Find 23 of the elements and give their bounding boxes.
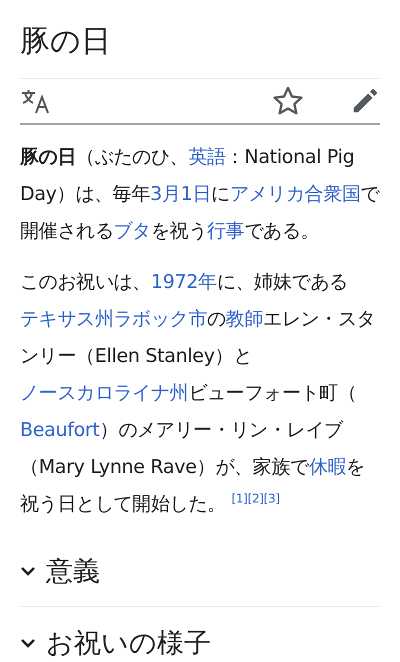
text-link[interactable]: 教師 <box>226 308 264 330</box>
page-title: 豚の日 <box>20 0 380 79</box>
text-link[interactable]: ブタ <box>114 220 151 242</box>
chevron-icon <box>20 637 36 649</box>
section-heading[interactable]: 意義 <box>20 535 380 607</box>
reference-link[interactable]: [1] <box>231 492 248 506</box>
text-link[interactable]: 3月1日 <box>150 183 212 205</box>
text-link[interactable]: 行事 <box>207 220 244 242</box>
chevron-icon <box>20 564 36 576</box>
text-link[interactable]: 1972年 <box>150 271 217 293</box>
text-link[interactable]: ラボック市 <box>114 308 208 330</box>
reference-link[interactable]: [3] <box>264 492 280 506</box>
reference-link[interactable]: [2] <box>248 492 264 506</box>
text-link[interactable]: テキサス州 <box>20 308 114 330</box>
paragraph: 豚の日（ぶたのひ、英語：National Pig Day）は、毎年3月1日 にアメリカ合衆国で開催されるブタ を祝う 行事である。 <box>20 145 380 244</box>
text-link[interactable]: アメリカ合衆国 <box>230 183 361 205</box>
text-link[interactable]: 休暇 <box>308 456 346 478</box>
translate-icon[interactable] <box>20 87 52 115</box>
star-icon[interactable] <box>272 86 304 116</box>
text-link[interactable]: ノースカロライナ州 <box>20 382 188 404</box>
text-link[interactable]: Beaufort <box>20 419 100 441</box>
text-link[interactable]: 英語 <box>188 146 226 168</box>
section-heading[interactable]: お祝いの様子 <box>20 607 380 662</box>
